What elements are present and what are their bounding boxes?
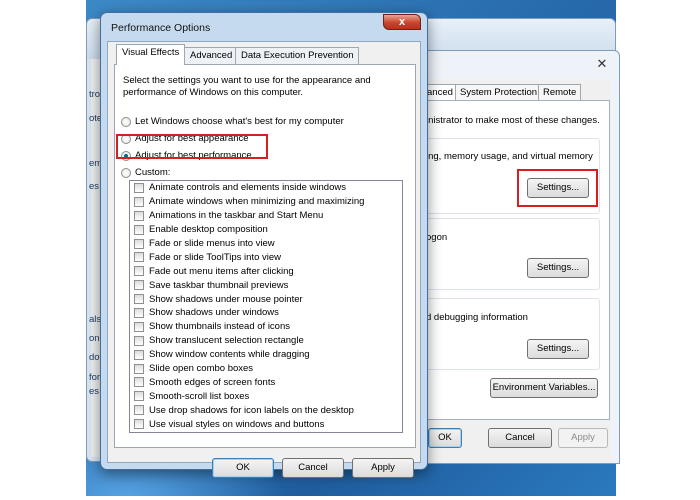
visual-effect-item[interactable]: Use visual styles on windows and buttons xyxy=(130,417,402,431)
visual-effect-label: Fade out menu items after clicking xyxy=(149,265,294,277)
checkbox[interactable] xyxy=(134,210,144,221)
cancel-button[interactable]: Cancel xyxy=(282,458,344,478)
radio-let-windows-choose[interactable]: Let Windows choose what's best for my co… xyxy=(121,115,344,128)
background-text-9: es xyxy=(89,386,100,397)
dialog-title: Performance Options xyxy=(111,22,211,34)
startup-recovery-settings-button[interactable]: Settings... xyxy=(527,339,589,359)
background-text-6: on xyxy=(89,333,100,344)
checkbox[interactable] xyxy=(134,294,144,305)
visual-effect-item[interactable]: Smooth edges of screen fonts xyxy=(130,375,402,389)
user-profiles-group xyxy=(424,218,600,290)
visual-effect-item[interactable]: Smooth-scroll list boxes xyxy=(130,389,402,403)
radio-button[interactable] xyxy=(121,116,131,127)
checkbox[interactable] xyxy=(134,391,144,402)
checkbox[interactable] xyxy=(134,307,144,318)
visual-effects-list[interactable]: Animate controls and elements inside win… xyxy=(129,180,403,433)
startup-recovery-group xyxy=(424,298,600,370)
visual-effect-label: Show translucent selection rectangle xyxy=(149,335,304,347)
visual-effect-item[interactable]: Fade out menu items after clicking xyxy=(130,264,402,278)
user-profiles-description: ogon xyxy=(426,232,448,243)
checkbox[interactable] xyxy=(134,419,144,430)
checkbox[interactable] xyxy=(134,182,144,193)
visual-effect-item[interactable]: Use drop shadows for icon labels on the … xyxy=(130,403,402,417)
visual-effect-label: Fade or slide menus into view xyxy=(149,238,275,249)
radio-custom[interactable]: Custom: xyxy=(121,166,170,179)
checkbox[interactable] xyxy=(134,224,144,235)
visual-effect-item[interactable]: Enable desktop composition xyxy=(130,223,402,237)
visual-effect-label: Slide open combo boxes xyxy=(149,363,254,375)
tab-advanced[interactable]: Advanced xyxy=(184,47,239,64)
close-button[interactable]: x xyxy=(383,14,421,30)
visual-effect-item[interactable]: Show translucent selection rectangle xyxy=(130,334,402,348)
visual-effect-label: Use visual styles on windows and buttons xyxy=(149,418,325,430)
visual-effects-panel: Select the settings you want to use for … xyxy=(114,64,416,448)
visual-effect-label: Smooth-scroll list boxes xyxy=(149,390,250,402)
startup-recovery-description: d debugging information xyxy=(426,312,528,323)
visual-effect-label: Show window contents while dragging xyxy=(149,349,310,361)
visual-effect-item[interactable]: Animate controls and elements inside win… xyxy=(130,181,402,195)
visual-effect-item[interactable]: Show shadows under mouse pointer xyxy=(130,292,402,306)
sysprop-ok-button[interactable]: OK xyxy=(428,428,462,448)
ok-button[interactable]: OK xyxy=(212,458,274,478)
performance-options-dialog: Performance Options x Visual Effects Adv… xyxy=(100,12,428,478)
visual-effect-item[interactable]: Fade or slide ToolTips into view xyxy=(130,250,402,264)
radio-label: Let Windows choose what's best for my co… xyxy=(135,116,344,127)
checkbox[interactable] xyxy=(134,321,144,332)
user-profiles-settings-button[interactable]: Settings... xyxy=(527,258,589,278)
visual-effect-label: Fade or slide ToolTips into view xyxy=(149,251,282,263)
checkbox[interactable] xyxy=(134,349,144,360)
checkbox[interactable] xyxy=(134,196,144,207)
checkbox[interactable] xyxy=(134,280,144,291)
visual-effect-label: Show thumbnails instead of icons xyxy=(149,321,290,333)
checkbox[interactable] xyxy=(134,335,144,346)
visual-effect-label: Show shadows under windows xyxy=(149,307,279,319)
close-icon[interactable]: ✕ xyxy=(593,57,611,73)
visual-effect-label: Animate controls and elements inside win… xyxy=(149,182,346,194)
visual-effect-label: Use drop shadows for icon labels on the … xyxy=(149,404,354,416)
checkbox[interactable] xyxy=(134,405,144,416)
background-text-4: es xyxy=(89,181,100,192)
checkbox[interactable] xyxy=(134,363,144,374)
visual-effects-description: Select the settings you want to use for … xyxy=(123,75,371,98)
performance-description: ing, memory usage, and virtual memory xyxy=(426,151,593,162)
radio-label: Custom: xyxy=(135,167,171,178)
sysprop-apply-button[interactable]: Apply xyxy=(558,428,608,448)
visual-effect-label: Save taskbar thumbnail previews xyxy=(149,279,289,291)
checkbox[interactable] xyxy=(134,238,144,249)
dialog-client: Visual Effects Advanced Data Execution P… xyxy=(107,41,421,478)
visual-effect-item[interactable]: Fade or slide menus into view xyxy=(130,237,402,251)
admin-notice: inistrator to make most of these changes… xyxy=(426,115,600,126)
visual-effect-item[interactable]: Animations in the taskbar and Start Menu xyxy=(130,209,402,223)
visual-effect-item[interactable]: Slide open combo boxes xyxy=(130,362,402,376)
tab-remote[interactable]: Remote xyxy=(538,84,582,100)
checkbox[interactable] xyxy=(134,252,144,263)
environment-variables-button[interactable]: Environment Variables... xyxy=(490,378,598,398)
visual-effect-item[interactable]: Show window contents while dragging xyxy=(130,348,402,362)
visual-effect-label: Animations in the taskbar and Start Menu xyxy=(149,210,324,222)
visual-effect-label: Animate windows when minimizing and maxi… xyxy=(149,196,365,208)
visual-effect-label: Enable desktop composition xyxy=(149,224,268,236)
apply-button[interactable]: Apply xyxy=(352,458,414,478)
highlight-settings-box xyxy=(517,169,598,207)
visual-effect-item[interactable]: Save taskbar thumbnail previews xyxy=(130,278,402,292)
sysprop-cancel-button[interactable]: Cancel xyxy=(488,428,552,448)
tab-visual-effects[interactable]: Visual Effects xyxy=(116,44,186,65)
highlight-best-performance-box xyxy=(116,134,268,159)
visual-effect-label: Show shadows under mouse pointer xyxy=(149,293,303,305)
checkbox[interactable] xyxy=(134,377,144,388)
visual-effect-item[interactable]: Show thumbnails instead of icons xyxy=(130,320,402,334)
checkbox[interactable] xyxy=(134,266,144,277)
visual-effect-item[interactable]: Animate windows when minimizing and maxi… xyxy=(130,195,402,209)
visual-effect-label: Smooth edges of screen fonts xyxy=(149,376,276,388)
visual-effect-item[interactable]: Show shadows under windows xyxy=(130,306,402,320)
radio-button[interactable] xyxy=(121,167,131,178)
tab-system-protection[interactable]: System Protection xyxy=(455,84,543,100)
tab-data-execution-prevention[interactable]: Data Execution Prevention xyxy=(235,47,360,64)
